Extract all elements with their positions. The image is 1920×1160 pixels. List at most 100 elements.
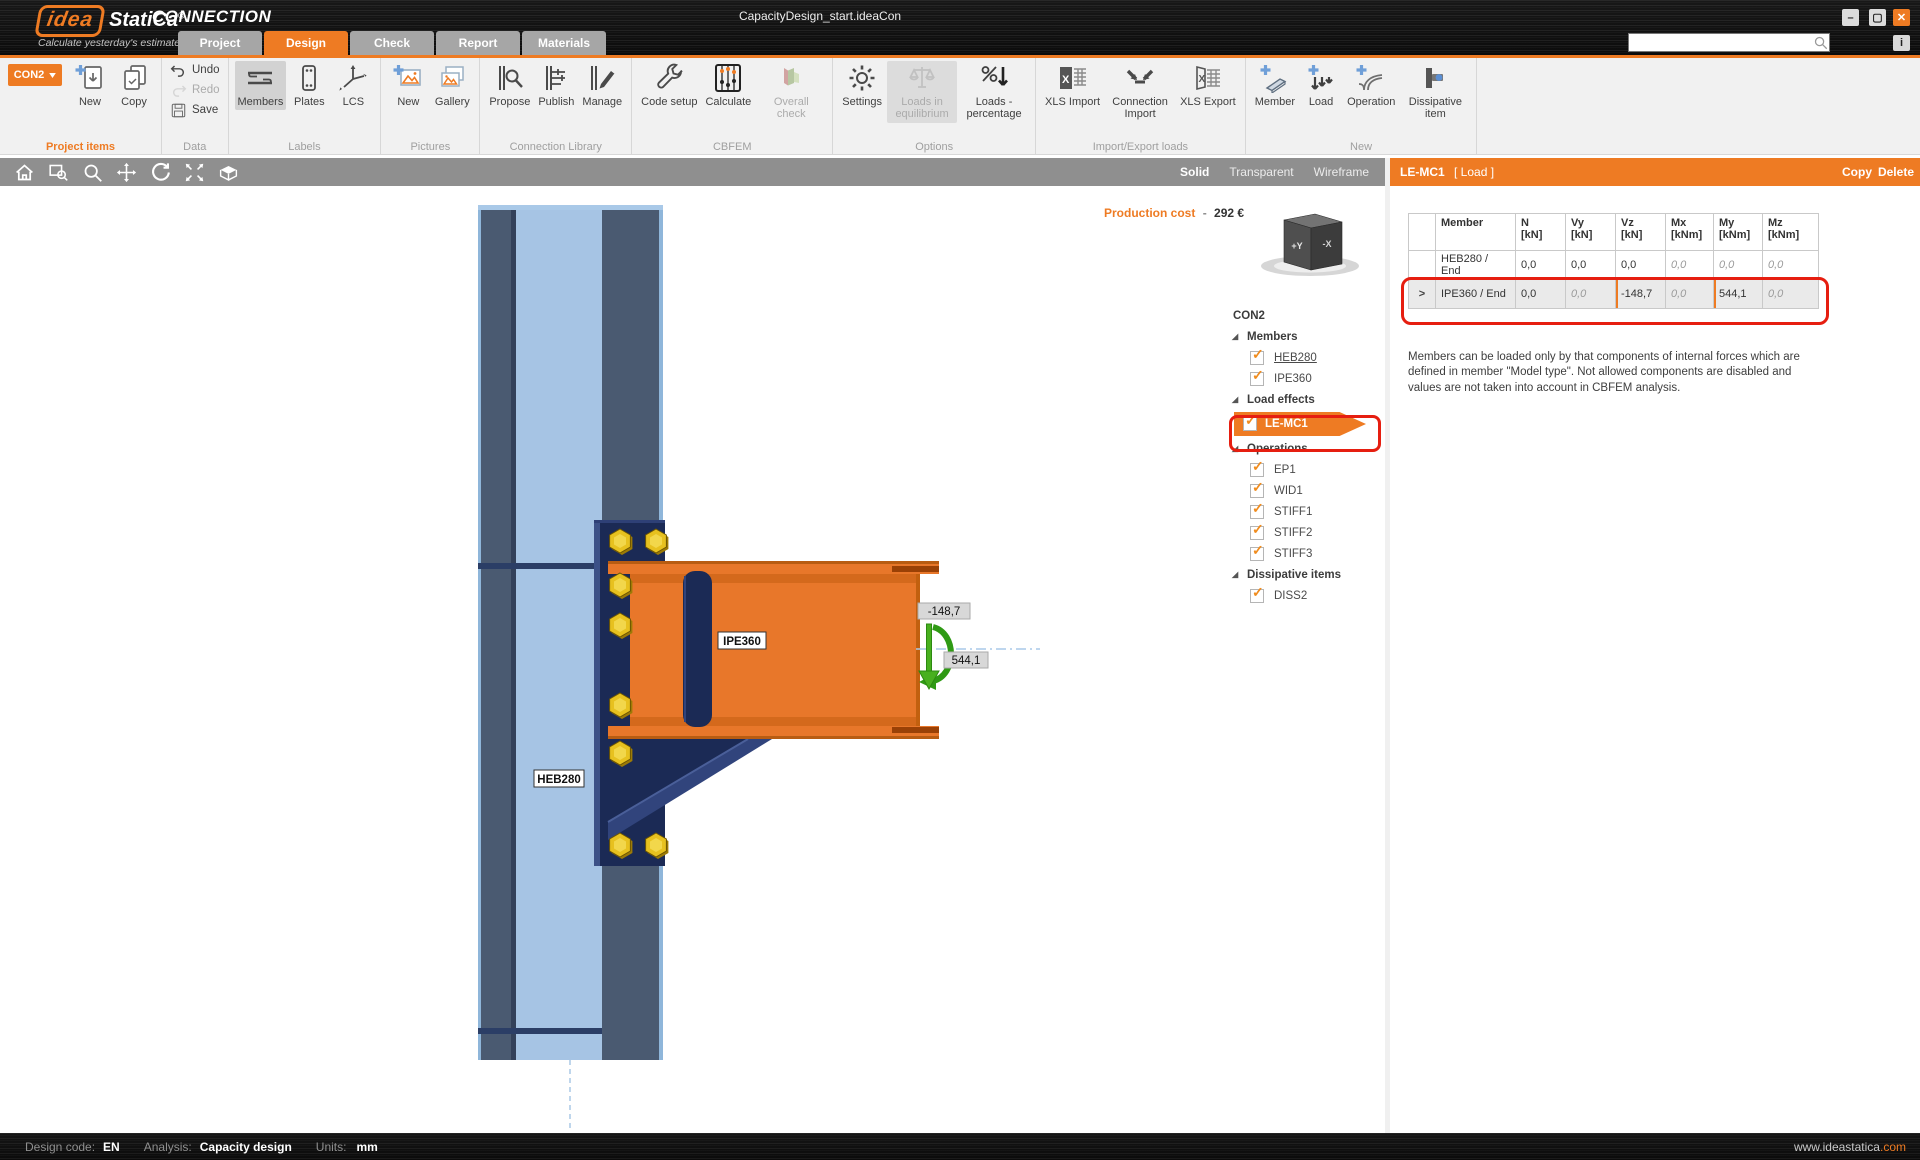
ribbon-button-new[interactable]: New: [69, 61, 111, 110]
value-cell[interactable]: 0,0: [1565, 250, 1616, 280]
table-row-heb280-end[interactable]: HEB280 / End 0,0 0,0 0,0 0,0 0,0 0,0: [1408, 250, 1819, 280]
maximize-button[interactable]: ▢: [1869, 9, 1886, 26]
ribbon-button-calculate[interactable]: Calculate: [702, 61, 754, 110]
tab-project[interactable]: Project: [178, 31, 262, 55]
checkbox-checked-icon[interactable]: [1250, 458, 1264, 477]
render-mode-wireframe[interactable]: Wireframe: [1314, 165, 1369, 179]
solid-box-icon[interactable]: [218, 162, 239, 183]
checkbox-checked-icon[interactable]: [1250, 584, 1264, 603]
value-cell[interactable]: 0,0: [1515, 279, 1566, 309]
production-cost: Production cost - 292 €: [1104, 206, 1244, 220]
tree-section-load-effects[interactable]: ◢ Load effects: [1228, 389, 1398, 410]
expander-icon[interactable]: ◢: [1228, 395, 1247, 404]
delete-load-button[interactable]: Delete: [1878, 165, 1914, 179]
orientation-cube[interactable]: +Y -X: [1261, 213, 1359, 276]
checkbox-checked-icon[interactable]: [1250, 346, 1264, 365]
3d-scene[interactable]: HEB280 IPE360 -148,7 544,1 +Y -X: [0, 186, 1385, 1133]
expander-icon[interactable]: ◢: [1228, 332, 1247, 341]
tree-item-ep1[interactable]: EP1: [1228, 458, 1398, 480]
ribbon-button-member[interactable]: Member: [1252, 61, 1298, 110]
picture-new-icon: [393, 63, 423, 93]
checkbox-checked-icon[interactable]: [1243, 412, 1257, 431]
selected-item-arrow[interactable]: LE-MC1: [1234, 412, 1366, 436]
zoom-icon[interactable]: [82, 162, 103, 183]
expander-icon[interactable]: ◢: [1228, 570, 1247, 579]
ribbon-button-members[interactable]: Members: [234, 61, 287, 111]
ribbon-button-lcs[interactable]: LCS: [332, 61, 374, 110]
table-header-row: Member N [kN] Vy [kN] Vz [kN] Mx [kNm] My [kNm] Mz[…: [1408, 213, 1819, 251]
zoom-window-icon[interactable]: [48, 162, 69, 183]
ribbon-button-undo[interactable]: Undo: [168, 61, 222, 80]
ribbon-button-new[interactable]: New: [387, 61, 429, 110]
tree-item-stiff2[interactable]: STIFF2: [1228, 521, 1398, 543]
ribbon-group-new: Member Load Operation Dissipative item New: [1246, 58, 1478, 154]
project-item-selector[interactable]: CON2: [8, 64, 62, 86]
render-mode-transparent[interactable]: Transparent: [1229, 165, 1293, 179]
expander-icon[interactable]: ◢: [1228, 444, 1247, 453]
ribbon-button-gallery[interactable]: Gallery: [431, 61, 473, 110]
tree-item-stiff3[interactable]: STIFF3: [1228, 542, 1398, 564]
tab-report[interactable]: Report: [436, 31, 520, 55]
home-icon[interactable]: [14, 162, 35, 183]
ribbon-button-xls-export[interactable]: X XLS Export: [1177, 61, 1239, 110]
ribbon-button-copy[interactable]: Copy: [113, 61, 155, 110]
pan-icon[interactable]: [116, 162, 137, 183]
value-cell[interactable]: 0,0: [1665, 250, 1714, 280]
rotate-icon[interactable]: [150, 162, 171, 183]
tab-check[interactable]: Check: [350, 31, 434, 55]
ribbon-button-dissipative-item[interactable]: Dissipative item: [1400, 61, 1470, 123]
tree-item-heb280[interactable]: HEB280: [1228, 346, 1398, 368]
website-link[interactable]: www.ideastatica.com: [1794, 1140, 1906, 1154]
ribbon-button-save[interactable]: Save: [168, 101, 220, 120]
ribbon-button-plates[interactable]: Plates: [288, 61, 330, 110]
checkbox-checked-icon[interactable]: [1250, 521, 1264, 540]
ribbon-button-code-setup[interactable]: Code setup: [638, 61, 700, 110]
tree-item-stiff1[interactable]: STIFF1: [1228, 500, 1398, 522]
tab-design[interactable]: Design: [264, 31, 348, 55]
value-cell[interactable]: 0,0: [1665, 279, 1714, 309]
idea-logo-badge: idea: [34, 5, 106, 37]
ribbon-button-propose[interactable]: Propose: [486, 61, 533, 110]
value-cell[interactable]: 0,0: [1615, 250, 1666, 280]
tree-item-diss2[interactable]: DISS2: [1228, 584, 1398, 606]
tree-item-ipe360[interactable]: IPE360: [1228, 367, 1398, 389]
tree-section-dissipative-items[interactable]: ◢ Dissipative items: [1228, 564, 1398, 585]
table-row-ipe360-end[interactable]: > IPE360 / End 0,0 0,0 -148,7 0,0 544,1 0,0: [1408, 279, 1819, 309]
tree-item-wid1[interactable]: WID1: [1228, 479, 1398, 501]
checkbox-checked-icon[interactable]: [1250, 367, 1264, 386]
ribbon-button-manage[interactable]: Manage: [579, 61, 625, 110]
ribbon-button-load[interactable]: Load: [1300, 61, 1342, 110]
fit-icon[interactable]: [184, 162, 205, 183]
search-input[interactable]: [1631, 34, 1813, 51]
info-button[interactable]: i: [1893, 35, 1910, 51]
ribbon-button-overall-check: Overall check: [756, 61, 826, 123]
tree-root-con2[interactable]: CON2: [1228, 305, 1398, 326]
minimize-button[interactable]: –: [1842, 9, 1859, 26]
checkbox-checked-icon[interactable]: [1250, 479, 1264, 498]
close-button[interactable]: ✕: [1893, 9, 1910, 26]
checkbox-checked-icon[interactable]: [1250, 500, 1264, 519]
tree-item-le-mc1[interactable]: LE-MC1: [1228, 410, 1398, 438]
tree-section-operations[interactable]: ◢ Operations: [1228, 438, 1398, 459]
ribbon-group-label: Labels: [288, 141, 321, 153]
ribbon-button-loads-percentage[interactable]: Loads - percentage: [959, 61, 1029, 123]
value-cell[interactable]: 544,1: [1713, 279, 1763, 309]
checkbox-checked-icon[interactable]: [1250, 542, 1264, 561]
row-expander-chevron[interactable]: >: [1408, 279, 1436, 309]
ribbon-button-xls-import[interactable]: X XLS Import: [1042, 61, 1103, 110]
tree-section-members[interactable]: ◢ Members: [1228, 326, 1398, 347]
row-expander-chevron: [1408, 250, 1436, 280]
tab-materials[interactable]: Materials: [522, 31, 606, 55]
render-mode-solid[interactable]: Solid: [1180, 165, 1209, 179]
ribbon-button-settings[interactable]: Settings: [839, 61, 885, 110]
ribbon-button-publish[interactable]: Publish: [535, 61, 577, 110]
value-cell[interactable]: 0,0: [1515, 250, 1566, 280]
ribbon-button-operation[interactable]: Operation: [1344, 61, 1398, 110]
value-cell[interactable]: -148,7: [1615, 279, 1666, 309]
copy-load-button[interactable]: Copy: [1842, 165, 1872, 179]
value-cell[interactable]: 0,0: [1762, 250, 1819, 280]
value-cell[interactable]: 0,0: [1713, 250, 1763, 280]
ribbon-button-connection-import[interactable]: Connection Import: [1105, 61, 1175, 123]
value-cell[interactable]: 0,0: [1762, 279, 1819, 309]
value-cell[interactable]: 0,0: [1565, 279, 1616, 309]
